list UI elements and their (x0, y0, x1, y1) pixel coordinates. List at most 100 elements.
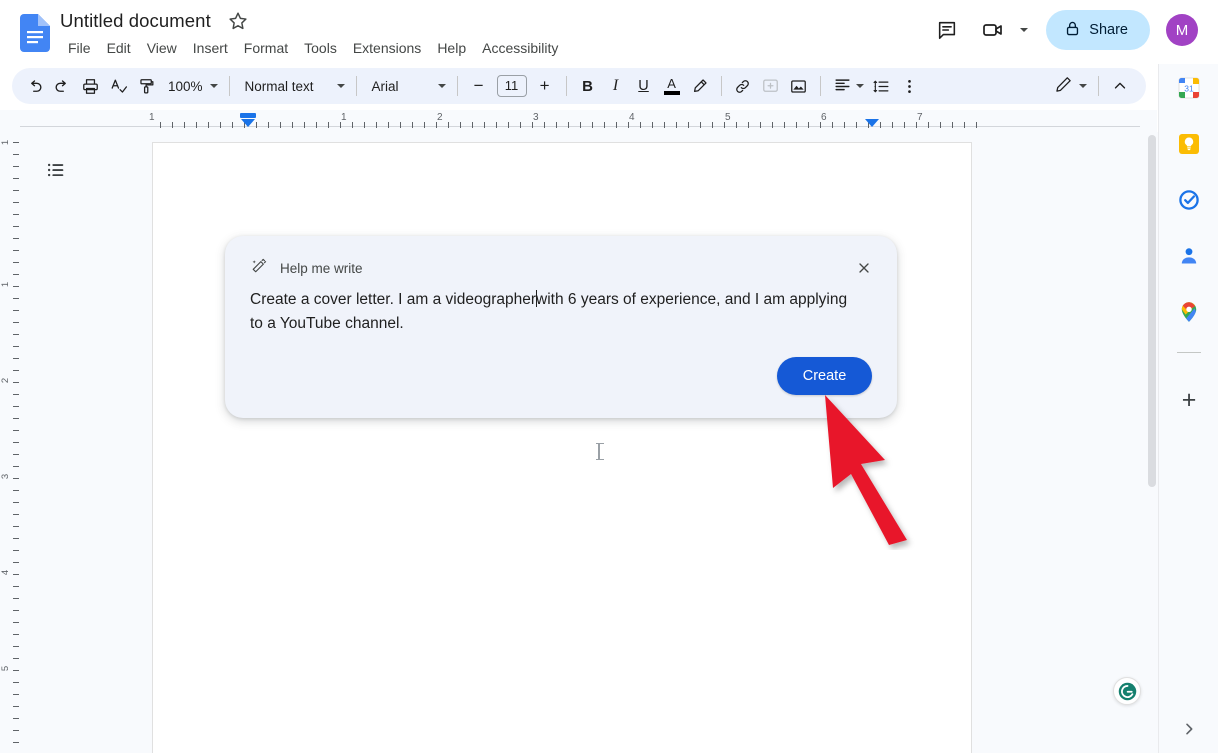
ruler-tick (712, 122, 713, 128)
font-size-increase-button[interactable]: + (531, 72, 559, 100)
ruler-tick (13, 334, 19, 335)
ruler-number: 2 (437, 112, 443, 123)
text-color-button[interactable]: A (658, 72, 686, 100)
menu-item-format[interactable]: Format (236, 36, 296, 60)
text-ibeam-cursor (598, 443, 600, 460)
ruler-tick (13, 358, 19, 359)
create-button[interactable]: Create (777, 357, 872, 395)
share-button[interactable]: Share (1046, 10, 1150, 50)
font-size-decrease-button[interactable]: − (465, 72, 493, 100)
menu-item-extensions[interactable]: Extensions (345, 36, 429, 60)
ruler-tick (13, 370, 19, 371)
toolbar-divider (721, 76, 722, 96)
spellcheck-icon[interactable] (104, 72, 132, 100)
chevron-right-icon[interactable] (1173, 713, 1205, 745)
ruler-tick (376, 122, 377, 128)
vertical-ruler[interactable]: 112345 (0, 132, 20, 753)
zoom-dropdown[interactable]: 100% (160, 72, 222, 100)
horizontal-ruler[interactable]: 11234567 (0, 110, 1157, 132)
underline-button[interactable]: U (630, 72, 658, 100)
menu-item-tools[interactable]: Tools (296, 36, 345, 60)
meet-button[interactable] (973, 10, 1032, 50)
edit-mode-dropdown[interactable] (1048, 72, 1091, 100)
google-tasks-icon[interactable] (1173, 184, 1205, 216)
chevron-down-icon[interactable] (1020, 28, 1028, 32)
google-contacts-icon[interactable] (1173, 240, 1205, 272)
left-indent-marker[interactable] (240, 113, 256, 118)
ruler-tick (13, 706, 19, 707)
grammarly-icon[interactable] (1113, 677, 1141, 705)
close-icon[interactable] (849, 253, 879, 283)
font-value: Arial (372, 79, 399, 94)
ruler-tick (13, 586, 19, 587)
print-icon[interactable] (76, 72, 104, 100)
ruler-tick (232, 122, 233, 128)
menu-item-help[interactable]: Help (429, 36, 474, 60)
ruler-tick (664, 122, 665, 128)
document-page[interactable] (152, 142, 972, 753)
title-block: Untitled document (60, 8, 249, 34)
toolbar-divider (1098, 76, 1099, 96)
document-outline-icon[interactable] (36, 150, 76, 190)
line-spacing-icon[interactable] (868, 72, 896, 100)
ruler-number: 5 (0, 666, 11, 671)
scrollbar-thumb[interactable] (1148, 135, 1156, 487)
align-dropdown[interactable] (828, 72, 868, 100)
italic-button[interactable]: I (602, 72, 630, 100)
add-comment-icon[interactable] (757, 72, 785, 100)
ruler-tick (13, 658, 19, 659)
ruler-tick (13, 454, 19, 455)
ruler-tick (820, 122, 821, 128)
avatar[interactable]: M (1166, 14, 1198, 46)
google-calendar-icon[interactable]: 31 (1173, 72, 1205, 104)
first-line-indent-marker[interactable] (241, 119, 255, 127)
ruler-tick (724, 122, 725, 128)
page-title[interactable]: Untitled document (60, 8, 211, 34)
ruler-tick (13, 442, 19, 443)
comment-history-icon[interactable] (927, 10, 967, 50)
toolbar-divider (457, 76, 458, 96)
more-vertical-icon[interactable] (896, 72, 924, 100)
menu-item-accessibility[interactable]: Accessibility (474, 36, 566, 60)
menu-item-edit[interactable]: Edit (99, 36, 139, 60)
ruler-tick (880, 122, 881, 128)
vertical-scrollbar[interactable] (1145, 132, 1159, 753)
insert-image-icon[interactable] (785, 72, 813, 100)
chevron-up-icon[interactable] (1106, 72, 1134, 100)
ruler-tick (13, 562, 19, 563)
google-keep-icon[interactable] (1173, 128, 1205, 160)
font-size-input[interactable]: 11 (497, 75, 527, 97)
undo-icon[interactable] (20, 72, 48, 100)
ruler-number: 4 (0, 570, 11, 575)
google-maps-icon[interactable] (1173, 296, 1205, 328)
ruler-tick (13, 274, 19, 275)
ruler-tick (916, 122, 917, 128)
ruler-tick (652, 122, 653, 128)
right-indent-marker[interactable] (865, 119, 879, 127)
menu-item-file[interactable]: File (60, 36, 99, 60)
ruler-tick (13, 418, 19, 419)
add-addon-button[interactable]: + (1173, 384, 1205, 416)
menu-item-insert[interactable]: Insert (185, 36, 236, 60)
menu-item-view[interactable]: View (139, 36, 185, 60)
ruler-tick (772, 122, 773, 128)
ruler-tick (808, 122, 809, 128)
ruler-tick (220, 122, 221, 128)
paint-format-icon[interactable] (132, 72, 160, 100)
highlight-pen-icon[interactable] (686, 72, 714, 100)
paragraph-style-dropdown[interactable]: Normal text (237, 72, 349, 100)
ruler-tick (280, 122, 281, 128)
bold-button[interactable]: B (574, 72, 602, 100)
ruler-tick (892, 122, 893, 128)
font-family-dropdown[interactable]: Arial (364, 72, 450, 100)
ruler-tick (13, 550, 19, 551)
star-outline-icon[interactable] (227, 10, 249, 32)
link-icon[interactable] (729, 72, 757, 100)
ruler-tick (940, 122, 941, 128)
google-docs-icon[interactable] (20, 14, 50, 52)
video-camera-icon[interactable] (973, 10, 1013, 50)
ruler-tick (13, 226, 19, 227)
redo-icon[interactable] (48, 72, 76, 100)
help-me-write-prompt-input[interactable]: Create a cover letter. I am a videograph… (250, 288, 850, 336)
ruler-tick (496, 122, 497, 128)
